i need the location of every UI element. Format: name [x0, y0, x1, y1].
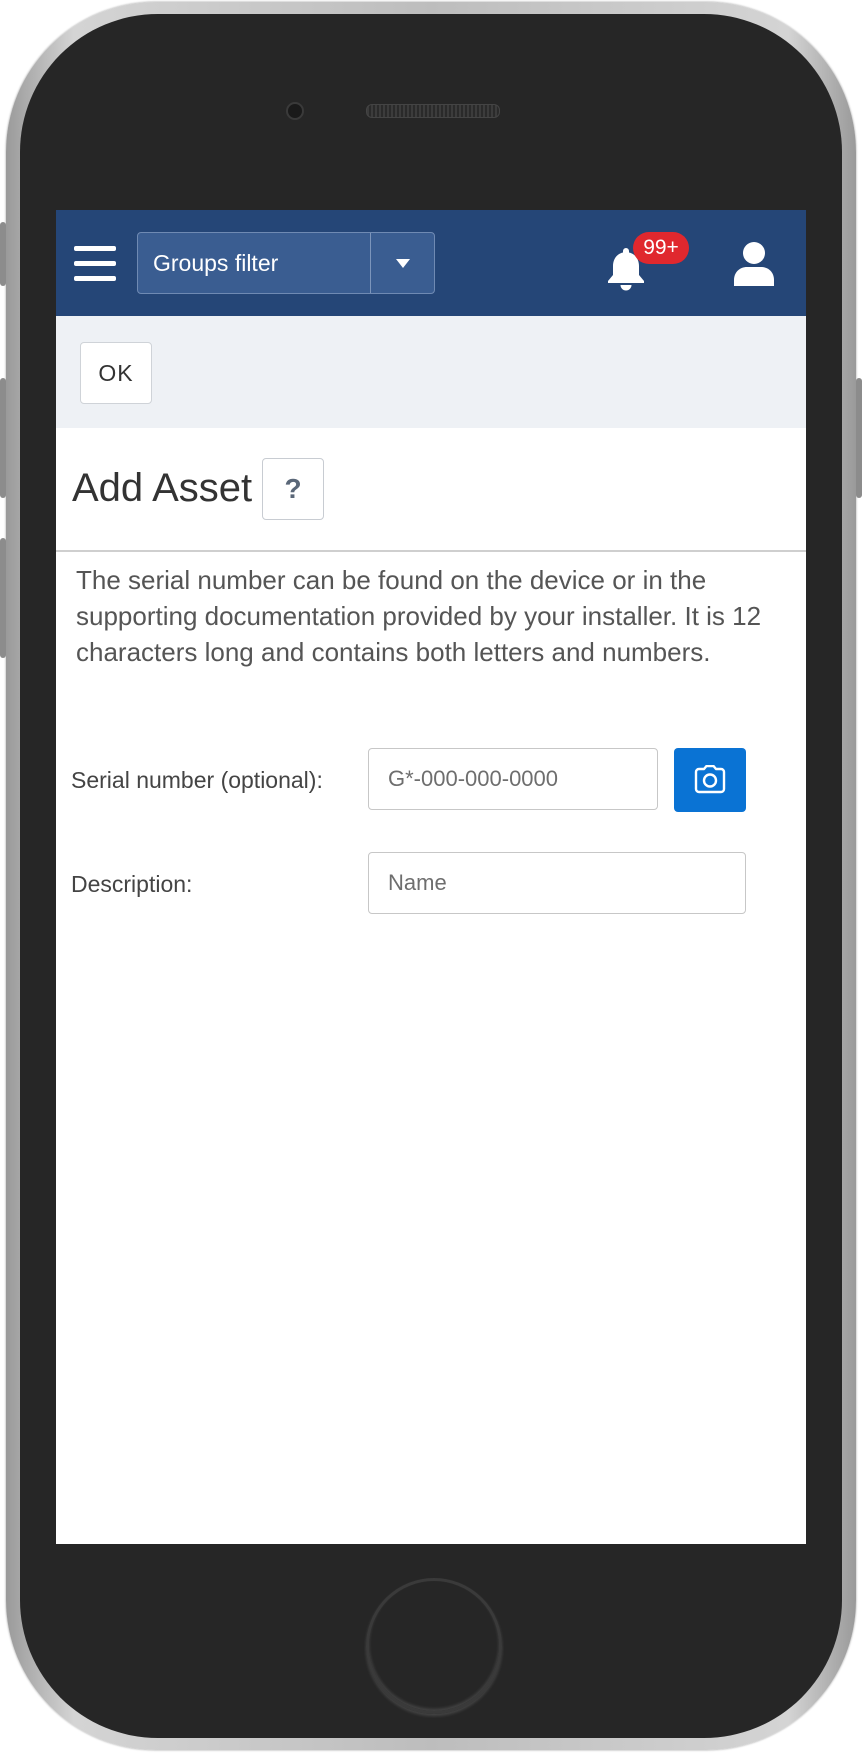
phone-mute-switch: [0, 222, 6, 286]
page-title: Add Asset: [72, 466, 253, 510]
user-icon[interactable]: [734, 242, 774, 286]
caret-down-icon: [396, 259, 410, 268]
description-label: Description:: [71, 871, 193, 897]
groups-filter-dropdown[interactable]: Groups filter: [137, 232, 435, 294]
description-input[interactable]: [368, 852, 746, 914]
home-button[interactable]: [366, 1578, 502, 1714]
phone-volume-up: [0, 378, 6, 498]
front-camera: [286, 102, 304, 120]
action-toolbar: OK: [56, 316, 806, 428]
app-screen: Groups filter 99+ OK Add Asset ? The ser…: [56, 210, 806, 1544]
serial-number-input[interactable]: [368, 748, 658, 810]
serial-number-info-text: The serial number can be found on the de…: [76, 565, 762, 667]
groups-filter-label: Groups filter: [153, 250, 279, 276]
dropdown-divider: [370, 233, 371, 293]
title-divider: [56, 550, 806, 552]
serial-number-label: Serial number (optional):: [71, 767, 323, 793]
ok-button[interactable]: OK: [80, 342, 152, 404]
phone-volume-down: [0, 538, 6, 658]
hamburger-menu-icon[interactable]: [74, 246, 116, 282]
help-button[interactable]: ?: [262, 458, 324, 520]
phone-power-button: [856, 378, 862, 498]
notification-count-badge: 99+: [633, 232, 689, 264]
scan-serial-camera-button[interactable]: [674, 748, 746, 812]
camera-icon: [694, 765, 726, 794]
earpiece-speaker: [366, 104, 500, 118]
top-navigation-bar: Groups filter 99+: [56, 210, 806, 316]
